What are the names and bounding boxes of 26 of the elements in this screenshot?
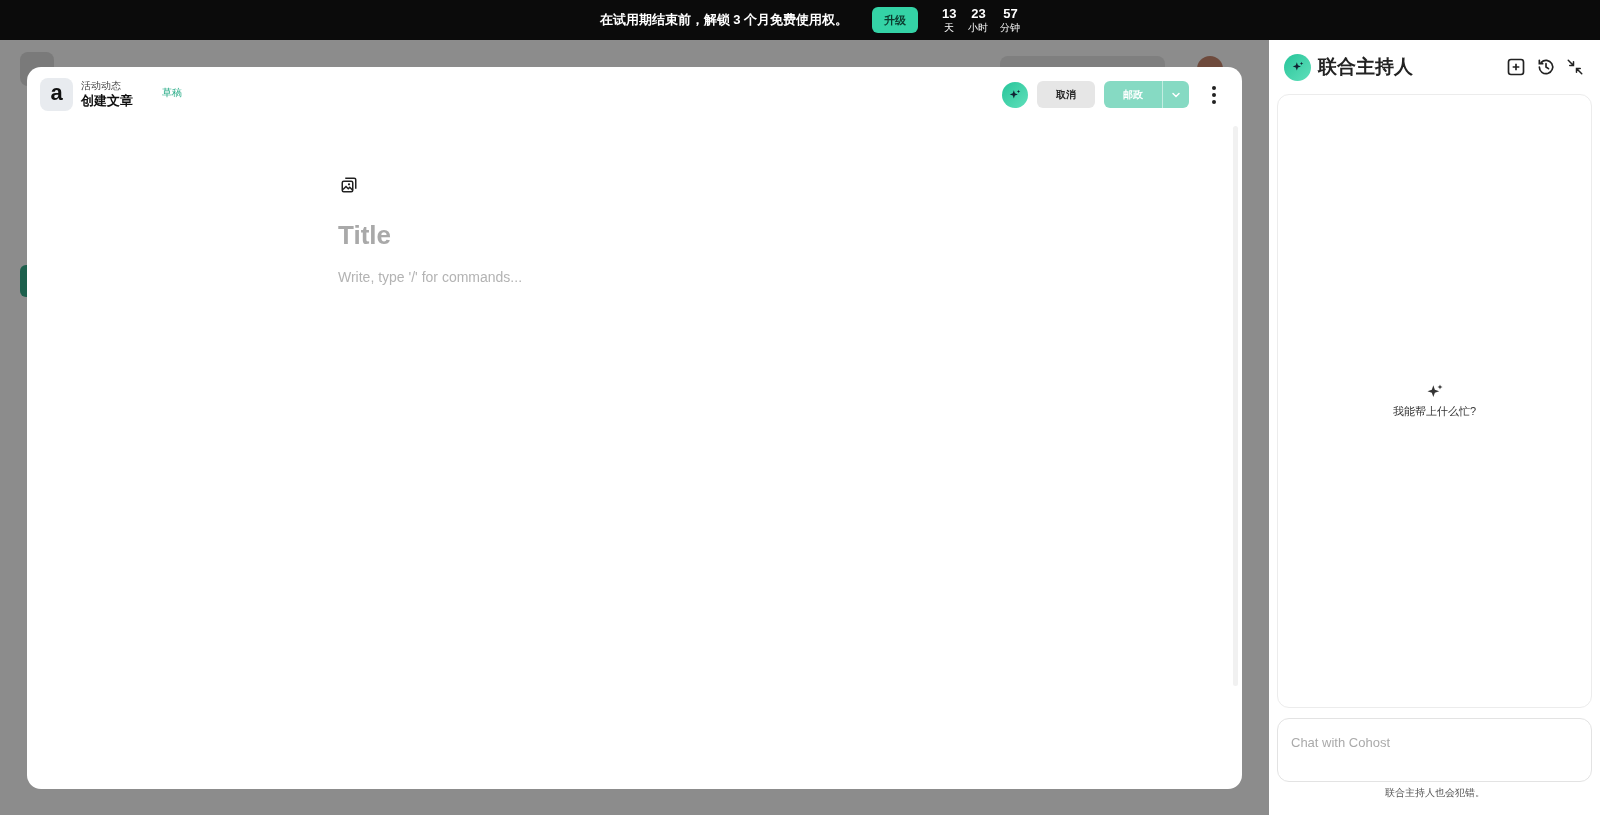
countdown-unit: 分钟	[1000, 21, 1021, 35]
disclaimer: 联合主持人也会犯错。	[1383, 786, 1486, 800]
breadcrumb[interactable]: 活动动态	[81, 80, 133, 93]
countdown-value: 13	[942, 5, 957, 22]
cancel-button[interactable]: 取消	[1037, 81, 1095, 108]
countdown-unit: 天	[944, 21, 955, 35]
ai-assist-button[interactable]	[1002, 81, 1028, 108]
community-logo: a	[40, 78, 73, 111]
new-chat-icon[interactable]	[1506, 57, 1526, 77]
collapse-icon[interactable]	[1566, 58, 1584, 76]
history-icon[interactable]	[1536, 57, 1556, 77]
cohost-avatar	[1284, 53, 1311, 81]
panel-title: 联合主持人	[1318, 54, 1413, 79]
empty-prompt: 我能帮上什么忙?	[1392, 404, 1477, 420]
countdown-value: 23	[971, 5, 986, 22]
countdown-unit: 小时	[968, 21, 989, 35]
title-field[interactable]: Title	[338, 216, 938, 255]
upgrade-button[interactable]: 升级	[872, 7, 918, 33]
draft-status: 草稿	[162, 86, 182, 100]
countdown-value: 57	[1003, 5, 1018, 22]
chat-input[interactable]: Chat with Cohost	[1277, 718, 1592, 782]
banner-message: 在试用期结束前，解锁 3 个月免费使用权。	[599, 11, 848, 30]
cover-image-icon[interactable]	[340, 176, 358, 194]
body-field[interactable]: Write, type '/' for commands...	[338, 267, 938, 288]
more-options-icon[interactable]	[1211, 85, 1217, 104]
dialog-title: 创建文章	[81, 92, 133, 109]
